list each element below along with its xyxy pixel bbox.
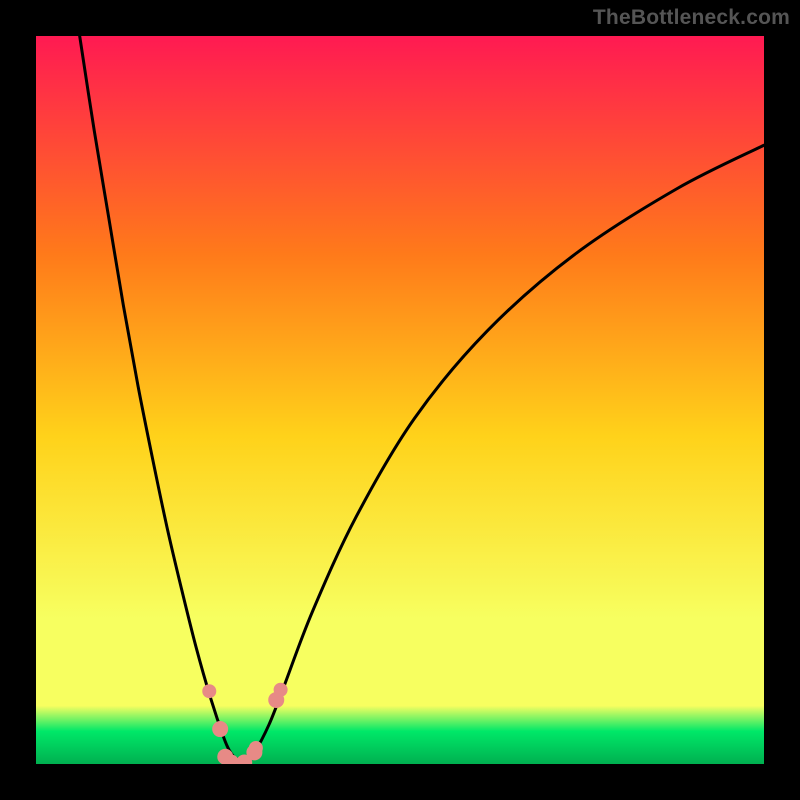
chart-frame: TheBottleneck.com bbox=[0, 0, 800, 800]
plot-area bbox=[36, 36, 764, 764]
bottleneck-chart-svg bbox=[36, 36, 764, 764]
data-marker bbox=[202, 684, 216, 698]
gradient-background bbox=[36, 36, 764, 764]
data-marker bbox=[212, 721, 228, 737]
watermark-text: TheBottleneck.com bbox=[593, 6, 790, 30]
data-marker bbox=[249, 741, 263, 755]
data-marker bbox=[274, 683, 288, 697]
